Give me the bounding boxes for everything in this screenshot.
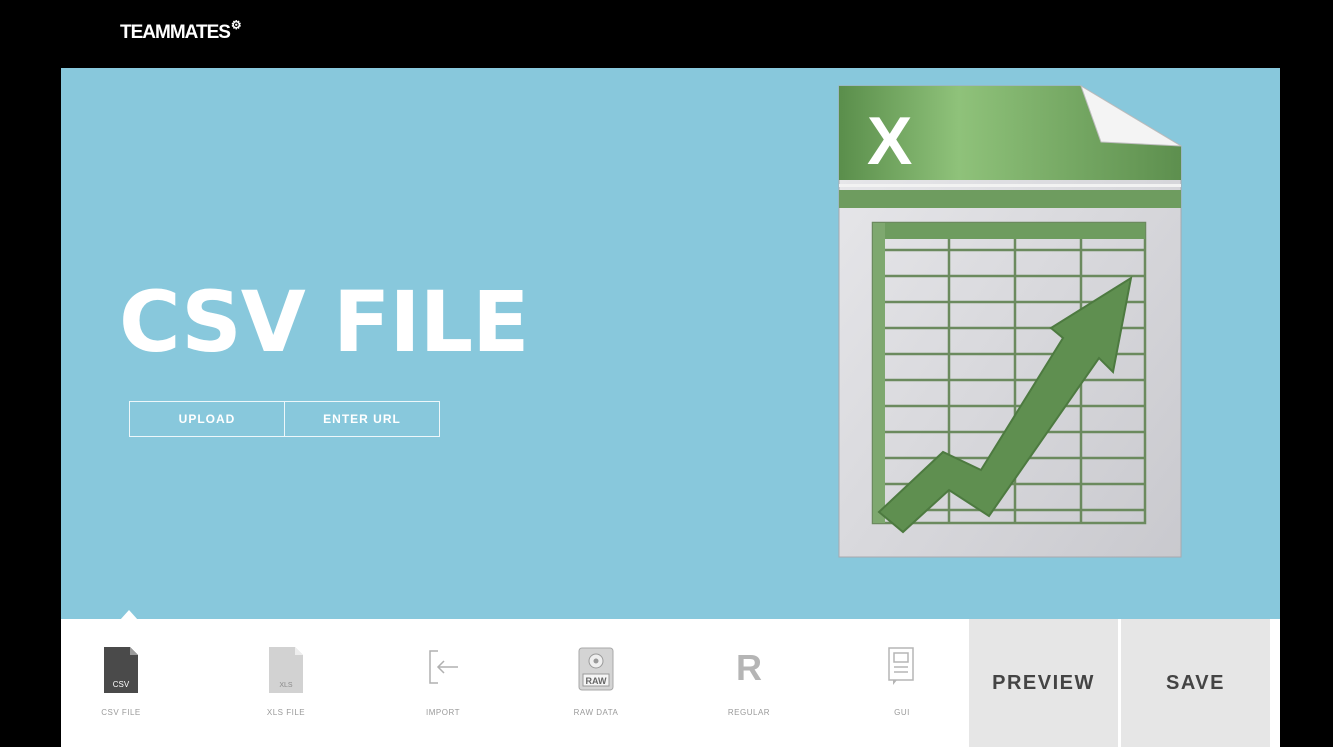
- gear-icon: ⚙: [230, 18, 242, 32]
- tool-label: IMPORT: [426, 708, 460, 717]
- preview-button[interactable]: PREVIEW: [969, 619, 1118, 747]
- tool-regular[interactable]: R REGULAR: [689, 619, 809, 747]
- raw-data-icon: RAW: [578, 647, 614, 691]
- teammates-logo[interactable]: TEAMMATES⚙: [120, 18, 242, 44]
- svg-text:XLS: XLS: [279, 682, 293, 689]
- tool-label: XLS FILE: [266, 708, 306, 717]
- bottom-toolbar: CSV CSV FILE XLS XLS FILE IMPORT RAW RAW…: [61, 619, 1280, 747]
- excel-x-letter: X: [867, 103, 912, 179]
- spreadsheet-trend-icon: X: [838, 84, 1182, 558]
- tool-csv-file[interactable]: CSV CSV FILE: [61, 619, 181, 747]
- tool-label: REGULAR: [727, 708, 771, 717]
- svg-text:CSV: CSV: [113, 680, 130, 689]
- enter-url-button[interactable]: ENTER URL: [284, 402, 439, 436]
- tool-import[interactable]: IMPORT: [383, 619, 503, 747]
- logo-text: TEAMMATES: [120, 22, 231, 43]
- tool-label: GUI: [894, 708, 910, 717]
- tool-label: CSV FILE: [101, 708, 141, 717]
- tool-raw-data[interactable]: RAW RAW DATA: [536, 619, 656, 747]
- source-button-group: UPLOAD ENTER URL: [129, 401, 440, 437]
- upload-button[interactable]: UPLOAD: [130, 402, 284, 436]
- tool-xls-file[interactable]: XLS XLS FILE: [226, 619, 346, 747]
- svg-text:RAW: RAW: [586, 676, 608, 686]
- regular-icon: R: [736, 647, 762, 688]
- page-title: CSV FILE: [119, 273, 529, 371]
- tool-gui[interactable]: GUI: [842, 619, 962, 747]
- gui-icon: [888, 647, 914, 685]
- hero-panel: CSV FILE UPLOAD ENTER URL X: [61, 68, 1280, 620]
- tool-label: RAW DATA: [573, 708, 619, 717]
- csv-file-icon: CSV: [104, 647, 138, 693]
- xls-file-icon: XLS: [269, 647, 303, 693]
- save-button[interactable]: SAVE: [1121, 619, 1270, 747]
- import-icon: [429, 650, 458, 684]
